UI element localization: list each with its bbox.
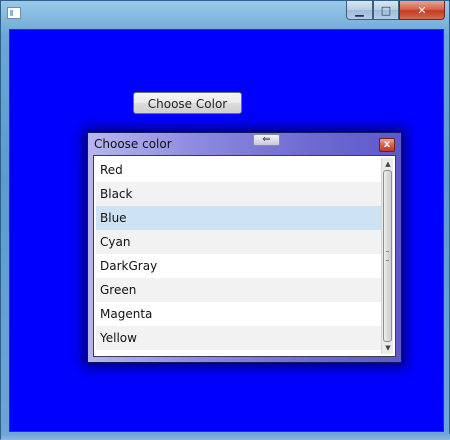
caption-buttons: ▁ □ ✕	[346, 1, 445, 21]
choose-color-dialog: Choose color ⇐ x Red Black Blue Cyan DarkGra…	[87, 132, 402, 363]
window-bottom-border	[1, 434, 450, 440]
close-icon: ✕	[417, 3, 427, 17]
color-list-item[interactable]: Red	[96, 158, 381, 182]
arrow-left-icon: ⇐	[262, 134, 271, 145]
color-list-item[interactable]: Magenta	[96, 302, 381, 326]
color-list-items: Red Black Blue Cyan DarkGray Green Magenta Yell…	[96, 158, 381, 350]
vertical-scrollbar[interactable]: ▲ ▼	[381, 158, 393, 354]
dialog-grip-handle[interactable]: ⇐	[253, 134, 280, 146]
color-list-item[interactable]: Blue	[96, 206, 381, 230]
minimize-icon: ▁	[355, 3, 364, 17]
maximize-icon: □	[380, 3, 392, 17]
maximize-button[interactable]: □	[373, 1, 399, 20]
color-list[interactable]: Red Black Blue Cyan DarkGray Green Magenta Yell…	[93, 155, 396, 357]
color-list-item[interactable]: Cyan	[96, 230, 381, 254]
close-icon: x	[383, 139, 391, 150]
window-app-icon[interactable]	[7, 7, 21, 19]
close-button[interactable]: ✕	[399, 1, 445, 20]
dialog-title: Choose color	[94, 137, 172, 151]
scroll-up-arrow-icon[interactable]: ▲	[383, 159, 393, 169]
scroll-down-arrow-icon[interactable]: ▼	[383, 343, 393, 353]
color-list-item[interactable]: Green	[96, 278, 381, 302]
color-list-item[interactable]: DarkGray	[96, 254, 381, 278]
scrollbar-thumb[interactable]	[383, 170, 392, 342]
minimize-button[interactable]: ▁	[346, 1, 373, 20]
color-list-item[interactable]: Yellow	[96, 326, 381, 350]
dialog-close-button[interactable]: x	[379, 138, 395, 152]
color-list-item[interactable]: Black	[96, 182, 381, 206]
scrollbar-grip-icon	[386, 251, 389, 261]
main-window: ▁ □ ✕ Choose Color Choose color ⇐ x Red B…	[0, 0, 450, 440]
choose-color-button[interactable]: Choose Color	[133, 92, 242, 114]
